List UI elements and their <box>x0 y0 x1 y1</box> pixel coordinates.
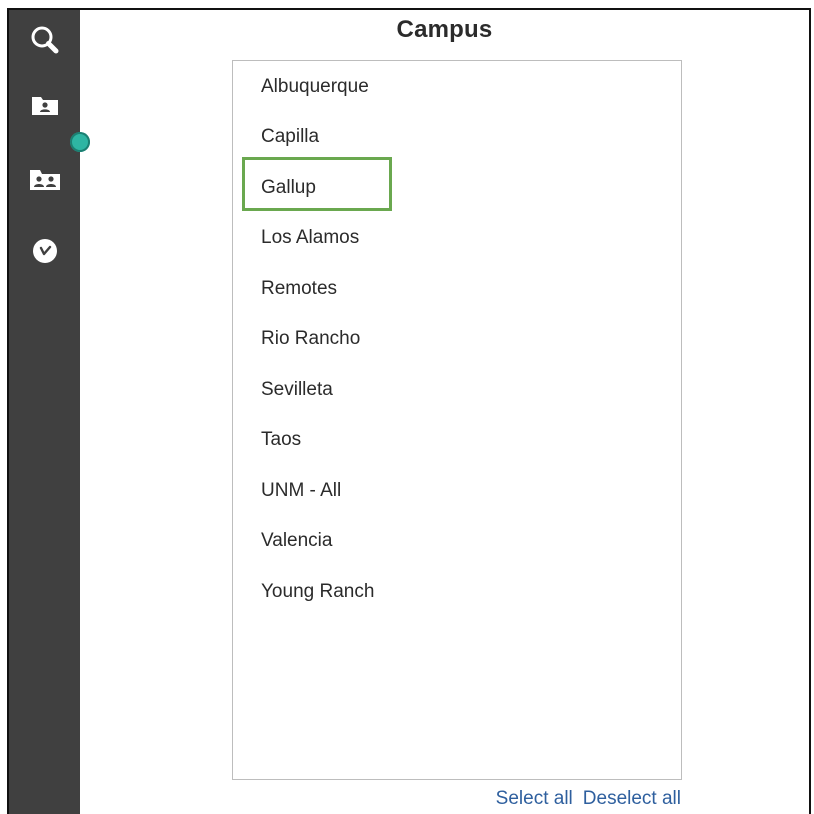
list-item[interactable]: Sevilleta <box>261 378 333 402</box>
sidebar-my-content-button[interactable] <box>9 81 80 129</box>
list-item[interactable]: Gallup <box>261 176 316 200</box>
list-actions: Select all Deselect all <box>496 788 681 810</box>
search-icon <box>29 24 61 56</box>
sidebar <box>9 10 80 814</box>
list-item[interactable]: Rio Rancho <box>261 327 360 351</box>
clock-check-icon <box>31 237 59 265</box>
list-item[interactable]: Young Ranch <box>261 580 374 604</box>
list-item[interactable]: Albuquerque <box>261 75 369 99</box>
window-frame: Campus Albuquerque Capilla Gallup Los Al… <box>7 8 811 814</box>
sidebar-team-content-button[interactable] <box>9 155 80 203</box>
deselect-all-link[interactable]: Deselect all <box>583 788 681 810</box>
sidebar-search-button[interactable] <box>9 16 80 64</box>
list-item[interactable]: Taos <box>261 428 301 452</box>
list-item[interactable]: Remotes <box>261 277 337 301</box>
list-item[interactable]: Capilla <box>261 125 319 149</box>
folder-users-icon <box>29 166 61 192</box>
panel-resize-handle[interactable] <box>70 132 90 152</box>
campus-listbox[interactable]: Albuquerque Capilla Gallup Los Alamos Re… <box>232 60 682 780</box>
folder-user-icon <box>31 93 59 117</box>
list-item[interactable]: Los Alamos <box>261 226 359 250</box>
list-item[interactable]: UNM - All <box>261 479 341 503</box>
select-all-link[interactable]: Select all <box>496 788 573 810</box>
list-item[interactable]: Valencia <box>261 529 332 553</box>
panel-title: Campus <box>396 16 493 43</box>
sidebar-recent-button[interactable] <box>9 227 80 275</box>
